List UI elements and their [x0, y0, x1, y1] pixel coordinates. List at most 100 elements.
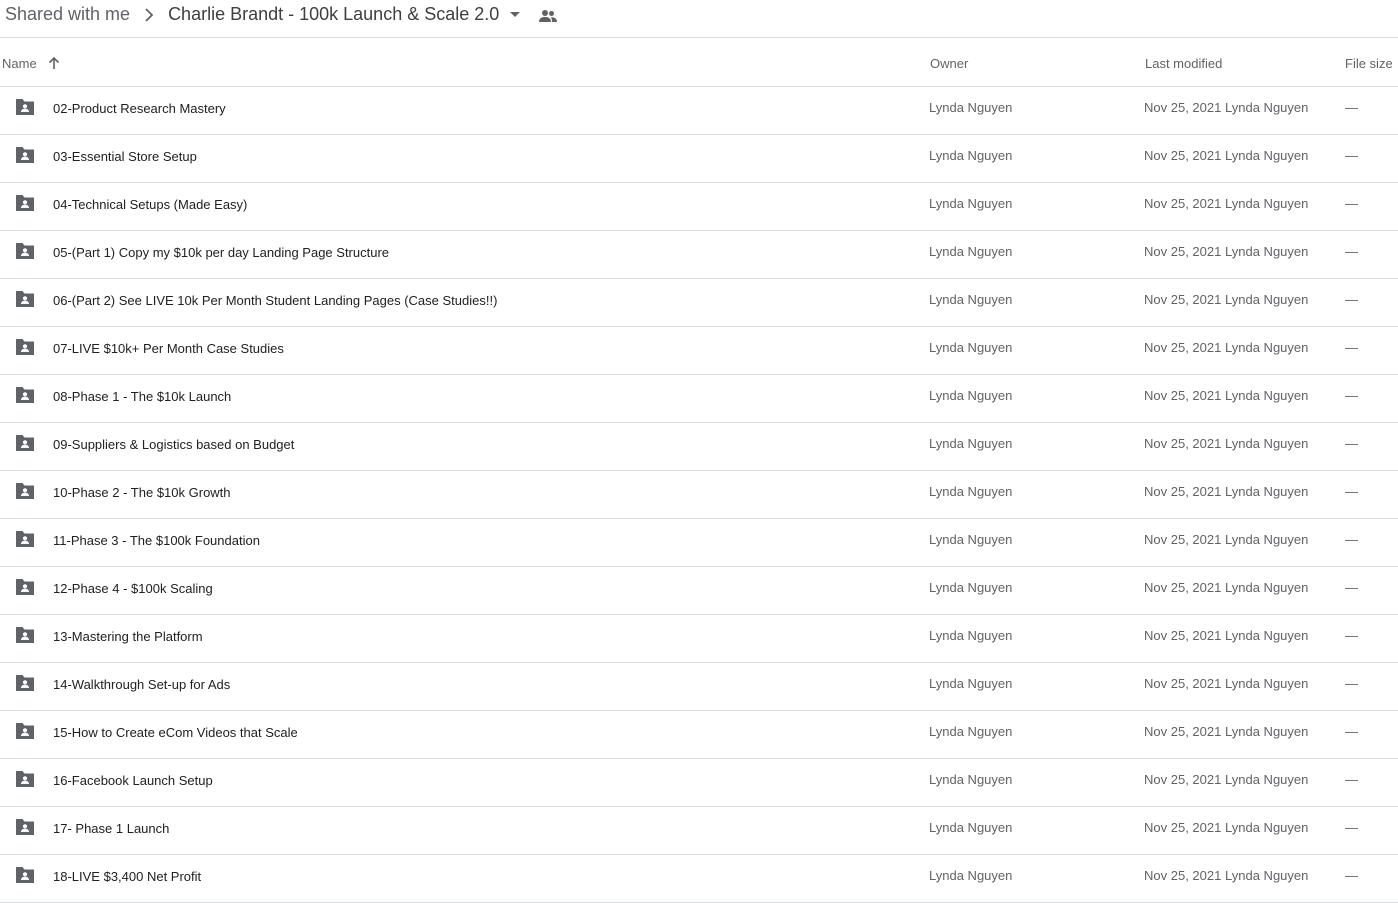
folder-name[interactable]: 06-(Part 2) See LIVE 10k Per Month Stude…	[53, 279, 497, 321]
shared-folder-icon	[14, 865, 36, 885]
last-modified-by: Lynda Nguyen	[1225, 723, 1309, 739]
breadcrumb-current-folder[interactable]: Charlie Brandt - 100k Launch & Scale 2.0	[168, 4, 499, 25]
shared-folder-icon	[14, 673, 36, 693]
last-modified-date: Nov 25, 2021	[1144, 867, 1222, 883]
file-size-cell: —	[1345, 483, 1358, 499]
owner-cell: Lynda Nguyen	[929, 675, 1013, 691]
folder-name[interactable]: 14-Walkthrough Set-up for Ads	[53, 663, 230, 705]
column-header-file-size[interactable]: File size	[1345, 39, 1393, 87]
folder-name[interactable]: 04-Technical Setups (Made Easy)	[53, 183, 247, 225]
last-modified-date: Nov 25, 2021	[1144, 387, 1222, 403]
folder-name[interactable]: 08-Phase 1 - The $10k Launch	[53, 375, 231, 417]
table-row[interactable]: 02-Product Research Mastery Lynda Nguyen N…	[0, 87, 1398, 135]
table-row[interactable]: 12-Phase 4 - $100k Scaling Lynda Nguyen No…	[0, 567, 1398, 615]
folder-name[interactable]: 18-LIVE $3,400 Net Profit	[53, 855, 201, 897]
table-row[interactable]: 17- Phase 1 Launch Lynda Nguyen Nov 25, 20…	[0, 807, 1398, 855]
file-size-cell: —	[1345, 339, 1358, 355]
folder-name[interactable]: 07-LIVE $10k+ Per Month Case Studies	[53, 327, 284, 369]
folder-name[interactable]: 09-Suppliers & Logistics based on Budget	[53, 423, 294, 465]
last-modified-date: Nov 25, 2021	[1144, 147, 1222, 163]
chevron-right-icon	[144, 7, 154, 22]
owner-cell: Lynda Nguyen	[929, 387, 1013, 403]
shared-folder-icon	[14, 433, 36, 453]
table-row[interactable]: 16-Facebook Launch Setup Lynda Nguyen Nov …	[0, 759, 1398, 807]
owner-cell: Lynda Nguyen	[929, 147, 1013, 163]
owner-cell: Lynda Nguyen	[929, 771, 1013, 787]
table-row[interactable]: 04-Technical Setups (Made Easy) Lynda Ngu…	[0, 183, 1398, 231]
last-modified-date: Nov 25, 2021	[1144, 99, 1222, 115]
shared-folder-icon	[14, 817, 36, 837]
column-header-last-modified[interactable]: Last modified	[1145, 39, 1222, 87]
table-row[interactable]: 05-(Part 1) Copy my $10k per day Landing…	[0, 231, 1398, 279]
file-size-cell: —	[1345, 147, 1358, 163]
table-row[interactable]: 13-Mastering the Platform Lynda Nguyen Nov…	[0, 615, 1398, 663]
table-row[interactable]: 14-Walkthrough Set-up for Ads Lynda Nguye…	[0, 663, 1398, 711]
last-modified-date: Nov 25, 2021	[1144, 723, 1222, 739]
table-row[interactable]: 07-LIVE $10k+ Per Month Case Studies Lynd…	[0, 327, 1398, 375]
shared-folder-icon	[14, 481, 36, 501]
table-row[interactable]: 09-Suppliers & Logistics based on Budget…	[0, 423, 1398, 471]
last-modified-date: Nov 25, 2021	[1144, 675, 1222, 691]
file-size-cell: —	[1345, 99, 1358, 115]
owner-cell: Lynda Nguyen	[929, 291, 1013, 307]
folder-name[interactable]: 10-Phase 2 - The $10k Growth	[53, 471, 231, 513]
folder-name[interactable]: 11-Phase 3 - The $100k Foundation	[53, 519, 260, 561]
owner-cell: Lynda Nguyen	[929, 819, 1013, 835]
folder-name[interactable]: 17- Phase 1 Launch	[53, 807, 169, 849]
folder-name[interactable]: 15-How to Create eCom Videos that Scale	[53, 711, 298, 753]
file-size-cell: —	[1345, 531, 1358, 547]
shared-folder-icon	[14, 289, 36, 309]
table-row[interactable]: 15-How to Create eCom Videos that Scale L…	[0, 711, 1398, 759]
last-modified-date: Nov 25, 2021	[1144, 339, 1222, 355]
table-row[interactable]: 06-(Part 2) See LIVE 10k Per Month Stude…	[0, 279, 1398, 327]
last-modified-by: Lynda Nguyen	[1225, 339, 1309, 355]
folder-name[interactable]: 13-Mastering the Platform	[53, 615, 203, 657]
table-row[interactable]: 18-LIVE $3,400 Net Profit Lynda Nguyen Nov…	[0, 855, 1398, 903]
file-size-cell: —	[1345, 723, 1358, 739]
column-header-name-label: Name	[2, 55, 37, 71]
shared-folder-icon	[14, 241, 36, 261]
owner-cell: Lynda Nguyen	[929, 243, 1013, 259]
arrow-up-icon[interactable]	[47, 56, 61, 70]
file-size-cell: —	[1345, 771, 1358, 787]
file-size-cell: —	[1345, 627, 1358, 643]
table-row[interactable]: 08-Phase 1 - The $10k Launch Lynda Nguyen…	[0, 375, 1398, 423]
column-header-name[interactable]: Name	[2, 39, 61, 87]
folder-name[interactable]: 02-Product Research Mastery	[53, 87, 226, 129]
last-modified-by: Lynda Nguyen	[1225, 531, 1309, 547]
owner-cell: Lynda Nguyen	[929, 339, 1013, 355]
breadcrumb-root[interactable]: Shared with me	[0, 4, 130, 25]
last-modified-date: Nov 25, 2021	[1144, 483, 1222, 499]
folder-name[interactable]: 03-Essential Store Setup	[53, 135, 197, 177]
shared-folder-icon	[14, 721, 36, 741]
folder-name[interactable]: 12-Phase 4 - $100k Scaling	[53, 567, 213, 609]
folder-name[interactable]: 05-(Part 1) Copy my $10k per day Landing…	[53, 231, 389, 273]
last-modified-date: Nov 25, 2021	[1144, 579, 1222, 595]
owner-cell: Lynda Nguyen	[929, 195, 1013, 211]
last-modified-by: Lynda Nguyen	[1225, 387, 1309, 403]
table-row[interactable]: 10-Phase 2 - The $10k Growth Lynda Nguyen…	[0, 471, 1398, 519]
file-size-cell: —	[1345, 195, 1358, 211]
shared-folder-icon	[14, 145, 36, 165]
column-header-owner[interactable]: Owner	[930, 39, 968, 87]
caret-down-icon[interactable]	[509, 11, 521, 19]
file-list: 02-Product Research Mastery Lynda Nguyen N…	[0, 87, 1398, 903]
last-modified-by: Lynda Nguyen	[1225, 675, 1309, 691]
last-modified-by: Lynda Nguyen	[1225, 627, 1309, 643]
shared-folder-icon	[14, 769, 36, 789]
file-size-cell: —	[1345, 819, 1358, 835]
people-icon	[539, 9, 558, 23]
breadcrumb: Shared with me Charlie Brandt - 100k Lau…	[0, 0, 1398, 38]
owner-cell: Lynda Nguyen	[929, 579, 1013, 595]
shared-folder-icon	[14, 97, 36, 117]
last-modified-by: Lynda Nguyen	[1225, 579, 1309, 595]
shared-folder-icon	[14, 193, 36, 213]
table-row[interactable]: 03-Essential Store Setup Lynda Nguyen Nov …	[0, 135, 1398, 183]
table-row[interactable]: 11-Phase 3 - The $100k Foundation Lynda N…	[0, 519, 1398, 567]
last-modified-by: Lynda Nguyen	[1225, 867, 1309, 883]
folder-name[interactable]: 16-Facebook Launch Setup	[53, 759, 213, 801]
last-modified-date: Nov 25, 2021	[1144, 771, 1222, 787]
last-modified-date: Nov 25, 2021	[1144, 819, 1222, 835]
file-size-cell: —	[1345, 675, 1358, 691]
last-modified-by: Lynda Nguyen	[1225, 435, 1309, 451]
